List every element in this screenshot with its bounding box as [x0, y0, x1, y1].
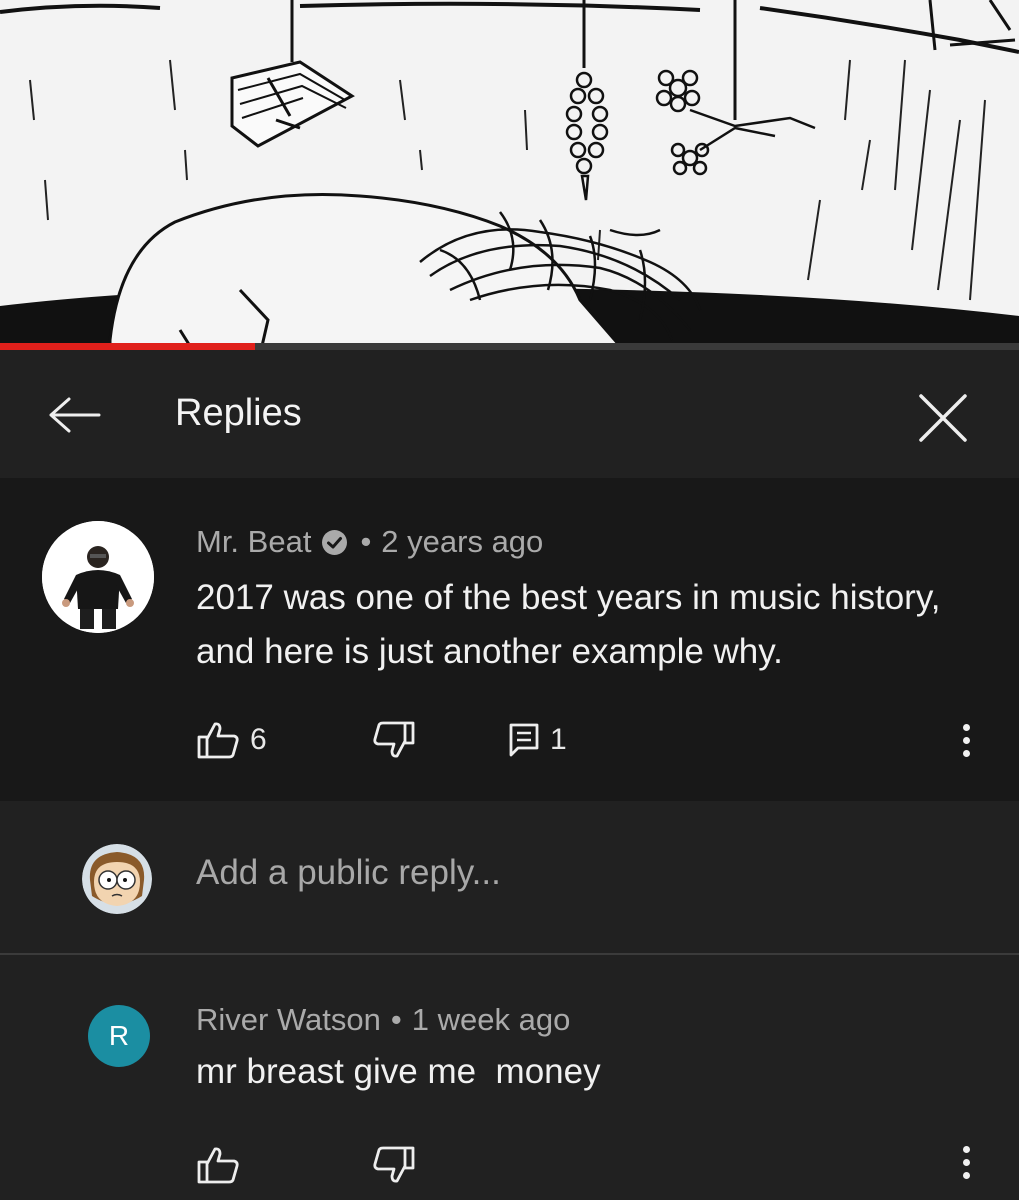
meta-separator: •	[360, 524, 372, 559]
back-button[interactable]	[40, 380, 110, 450]
user-avatar	[82, 844, 152, 914]
video-progress-track[interactable]	[0, 343, 1019, 350]
add-reply-box	[0, 801, 1019, 953]
comment-meta: Mr. Beat • 2 years ago	[196, 522, 543, 562]
comment-author[interactable]: Mr. Beat	[196, 522, 311, 562]
replies-screen: Replies Mr. Beat • 2 years ago 2017 was …	[0, 0, 1019, 1200]
like-button[interactable]: 6	[196, 718, 267, 762]
thumbs-down-icon	[373, 1146, 415, 1183]
avatar-letter: R	[108, 1020, 130, 1051]
close-icon	[918, 393, 967, 442]
reply-meta: River Watson • 1 week ago	[196, 1000, 570, 1040]
thumbs-up-icon	[197, 1147, 239, 1184]
more-dot-icon	[962, 1145, 970, 1153]
more-dot-icon	[962, 749, 970, 757]
arrow-left-icon	[49, 397, 101, 433]
comment-text: 2017 was one of the best years in music …	[196, 578, 941, 671]
reply-count: 1	[550, 723, 567, 756]
reply-count-button[interactable]: 1	[508, 718, 567, 762]
main-comment: Mr. Beat • 2 years ago 2017 was one of t…	[0, 478, 1019, 801]
comment-more-button[interactable]	[951, 715, 981, 765]
reply-text: mr breast give me money	[196, 1052, 601, 1091]
thumbs-up-icon	[197, 722, 239, 759]
video-player[interactable]	[0, 0, 1019, 350]
reply-comment: R River Watson • 1 week ago mr breast gi…	[0, 955, 1019, 1200]
avatar[interactable]	[42, 521, 154, 633]
more-dot-icon	[962, 736, 970, 744]
replies-header: Replies	[0, 350, 1019, 478]
verified-badge-icon	[321, 529, 348, 556]
meta-separator: •	[390, 1002, 402, 1037]
more-dot-icon	[962, 1158, 970, 1166]
cartoon-avatar-icon	[82, 844, 152, 914]
reply-author[interactable]: River Watson	[196, 1000, 381, 1040]
more-dot-icon	[962, 1171, 970, 1179]
page-title: Replies	[175, 392, 302, 434]
avatar[interactable]: R	[88, 1005, 150, 1067]
more-dot-icon	[962, 723, 970, 731]
reply-like-button[interactable]	[196, 1143, 240, 1187]
reply-time: 1 week ago	[411, 1002, 571, 1037]
reply-input[interactable]	[196, 853, 956, 893]
avatar-photo	[42, 521, 154, 633]
video-frame-illustration	[0, 0, 1019, 350]
dislike-button[interactable]	[372, 718, 416, 762]
thumbs-down-icon	[373, 721, 415, 758]
reply-more-button[interactable]	[951, 1137, 981, 1187]
reply-dislike-button[interactable]	[372, 1143, 416, 1187]
video-progress-fill	[0, 343, 255, 350]
comment-time: 2 years ago	[381, 524, 544, 559]
like-count: 6	[250, 723, 267, 756]
comment-icon	[509, 723, 539, 757]
close-button[interactable]	[905, 380, 980, 455]
